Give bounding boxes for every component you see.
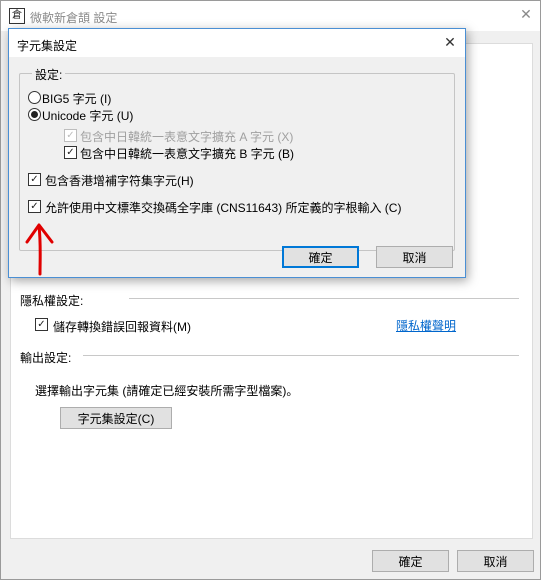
charset-settings-group: 設定: BIG5 字元 (I) Unicode 字元 (U) ✓ 包含中日韓統一… xyxy=(19,66,455,251)
big5-radio[interactable] xyxy=(28,91,41,104)
group-label: 設定: xyxy=(32,66,66,83)
window-title-bar: 倉 微軟新倉頡 設定 ✕ xyxy=(1,1,540,31)
privacy-statement-link[interactable]: 隱私權聲明 xyxy=(396,317,456,334)
save-error-report-checkbox[interactable]: ✓ xyxy=(35,318,48,331)
unicode-radio[interactable] xyxy=(28,108,41,121)
ext-a-checkbox[interactable]: ✓ xyxy=(64,129,77,142)
dialog-title: 字元集設定 xyxy=(17,39,78,53)
save-error-report-label: 儲存轉換錯誤回報資料(M) xyxy=(53,320,191,334)
red-arrow-annotation-icon xyxy=(25,223,54,276)
hkscs-label: 包含香港增補字符集字元(H) xyxy=(45,174,194,188)
ext-b-checkbox[interactable]: ✓ xyxy=(64,146,77,159)
ok-button[interactable]: 確定 xyxy=(372,550,449,572)
cns-label: 允許使用中文標準交換碼全字庫 (CNS11643) 所定義的字根輸入 (C) xyxy=(45,201,402,215)
dialog-cancel-button[interactable]: 取消 xyxy=(376,246,453,268)
charset-dialog: 字元集設定 ✕ 設定: BIG5 字元 (I) Unicode 字元 (U) ✓… xyxy=(8,28,466,278)
hkscs-checkbox[interactable]: ✓ xyxy=(28,173,41,186)
output-section-divider xyxy=(83,355,519,356)
output-description: 選擇輸出字元集 (請確定已經安裝所需字型檔案)。 xyxy=(35,384,299,398)
big5-label: BIG5 字元 (I) xyxy=(42,92,112,106)
ext-a-label: 包含中日韓統一表意文字擴充 A 字元 (X) xyxy=(80,130,294,144)
window-title: 微軟新倉頡 設定 xyxy=(30,11,118,25)
privacy-section-label: 隱私權設定: xyxy=(20,294,84,308)
ext-b-label: 包含中日韓統一表意文字擴充 B 字元 (B) xyxy=(80,147,295,161)
cangjie-app-icon: 倉 xyxy=(9,8,25,24)
dialog-title-bar: 字元集設定 ✕ xyxy=(9,29,465,57)
privacy-section-divider xyxy=(129,298,519,299)
unicode-label: Unicode 字元 (U) xyxy=(42,109,134,123)
window-close-icon[interactable]: ✕ xyxy=(518,7,534,23)
output-section-label: 輸出設定: xyxy=(20,351,72,365)
dialog-ok-button[interactable]: 確定 xyxy=(282,246,359,268)
cns-checkbox[interactable]: ✓ xyxy=(28,200,41,213)
charset-settings-button[interactable]: 字元集設定(C) xyxy=(60,407,172,429)
cancel-button[interactable]: 取消 xyxy=(457,550,534,572)
dialog-close-icon[interactable]: ✕ xyxy=(441,34,459,52)
